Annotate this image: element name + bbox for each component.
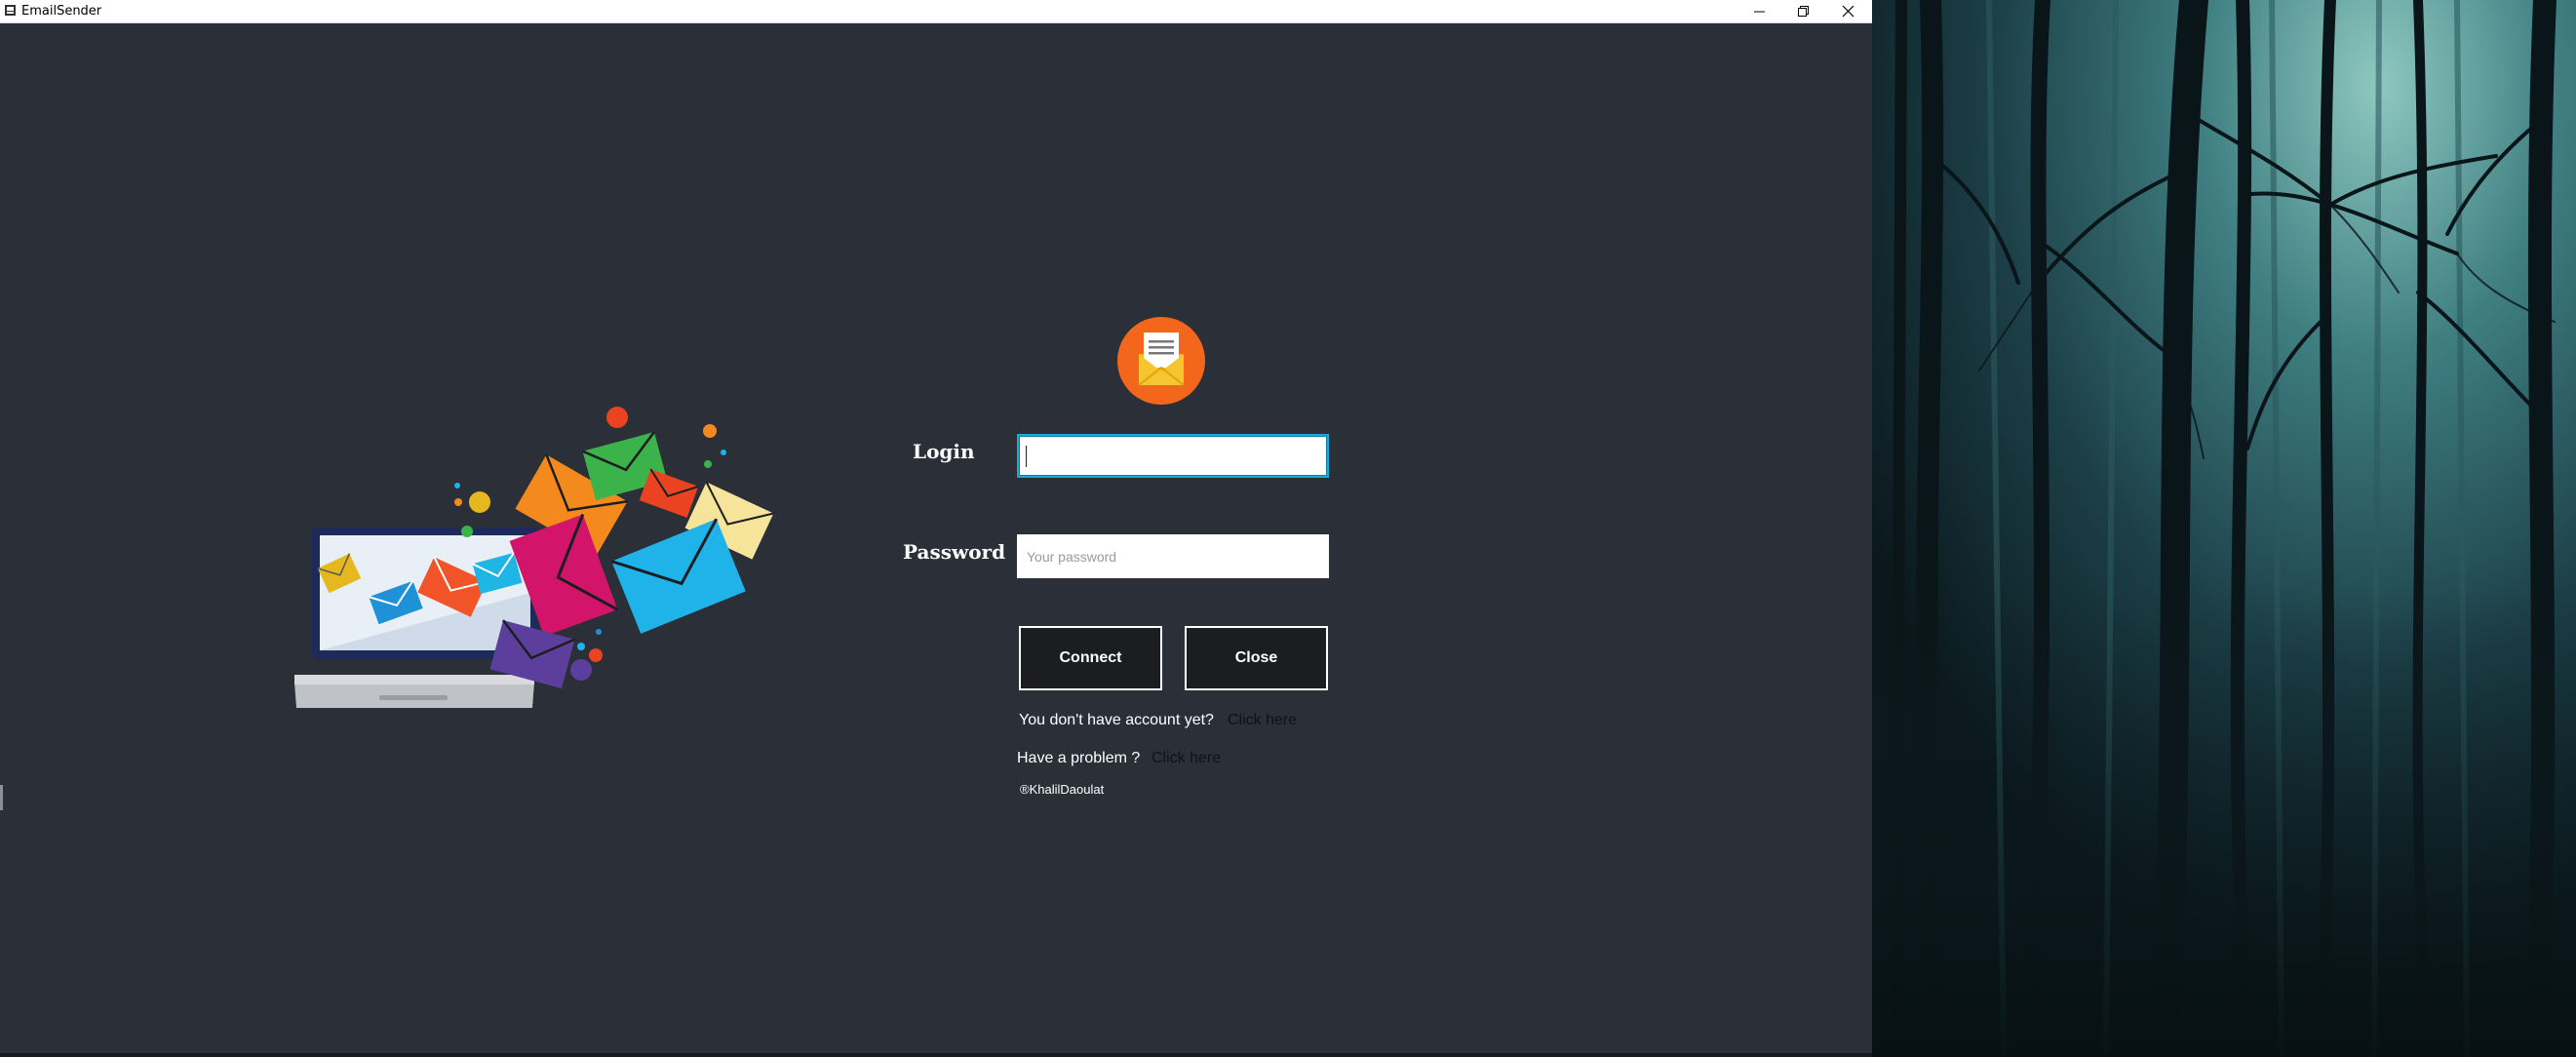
restore-icon <box>1797 5 1809 17</box>
app-window: EmailSender Login Password Connect Close… <box>0 0 1872 1053</box>
password-input[interactable] <box>1017 534 1329 578</box>
minimize-button[interactable] <box>1737 0 1781 21</box>
problem-text: Have a problem ? <box>1017 750 1141 766</box>
window-bottom-edge <box>0 1053 1872 1057</box>
app-icon <box>5 5 16 16</box>
resize-handle[interactable] <box>0 785 3 810</box>
text-caret <box>1026 446 1027 467</box>
title-bar[interactable]: EmailSender <box>0 0 1872 23</box>
maximize-button[interactable] <box>1780 0 1825 21</box>
register-link[interactable]: Click here <box>1228 712 1297 729</box>
help-link[interactable]: Click here <box>1151 750 1221 767</box>
window-title: EmailSender <box>21 4 102 19</box>
minimize-icon <box>1753 11 1765 12</box>
password-label: Password <box>903 540 1006 564</box>
laptop-with-emails-illustration <box>294 407 774 708</box>
no-account-text: You don't have account yet? <box>1019 712 1214 728</box>
connect-button[interactable]: Connect <box>1019 626 1162 690</box>
envelope-logo-icon <box>1117 317 1205 405</box>
close-button[interactable]: Close <box>1185 626 1328 690</box>
desktop-wallpaper <box>1872 0 2576 1057</box>
login-input[interactable] <box>1017 434 1329 478</box>
login-label: Login <box>913 440 975 463</box>
close-window-button[interactable] <box>1825 0 1870 21</box>
copyright-text: ®KhalilDaoulat <box>1020 782 1105 797</box>
close-icon <box>1842 5 1854 17</box>
